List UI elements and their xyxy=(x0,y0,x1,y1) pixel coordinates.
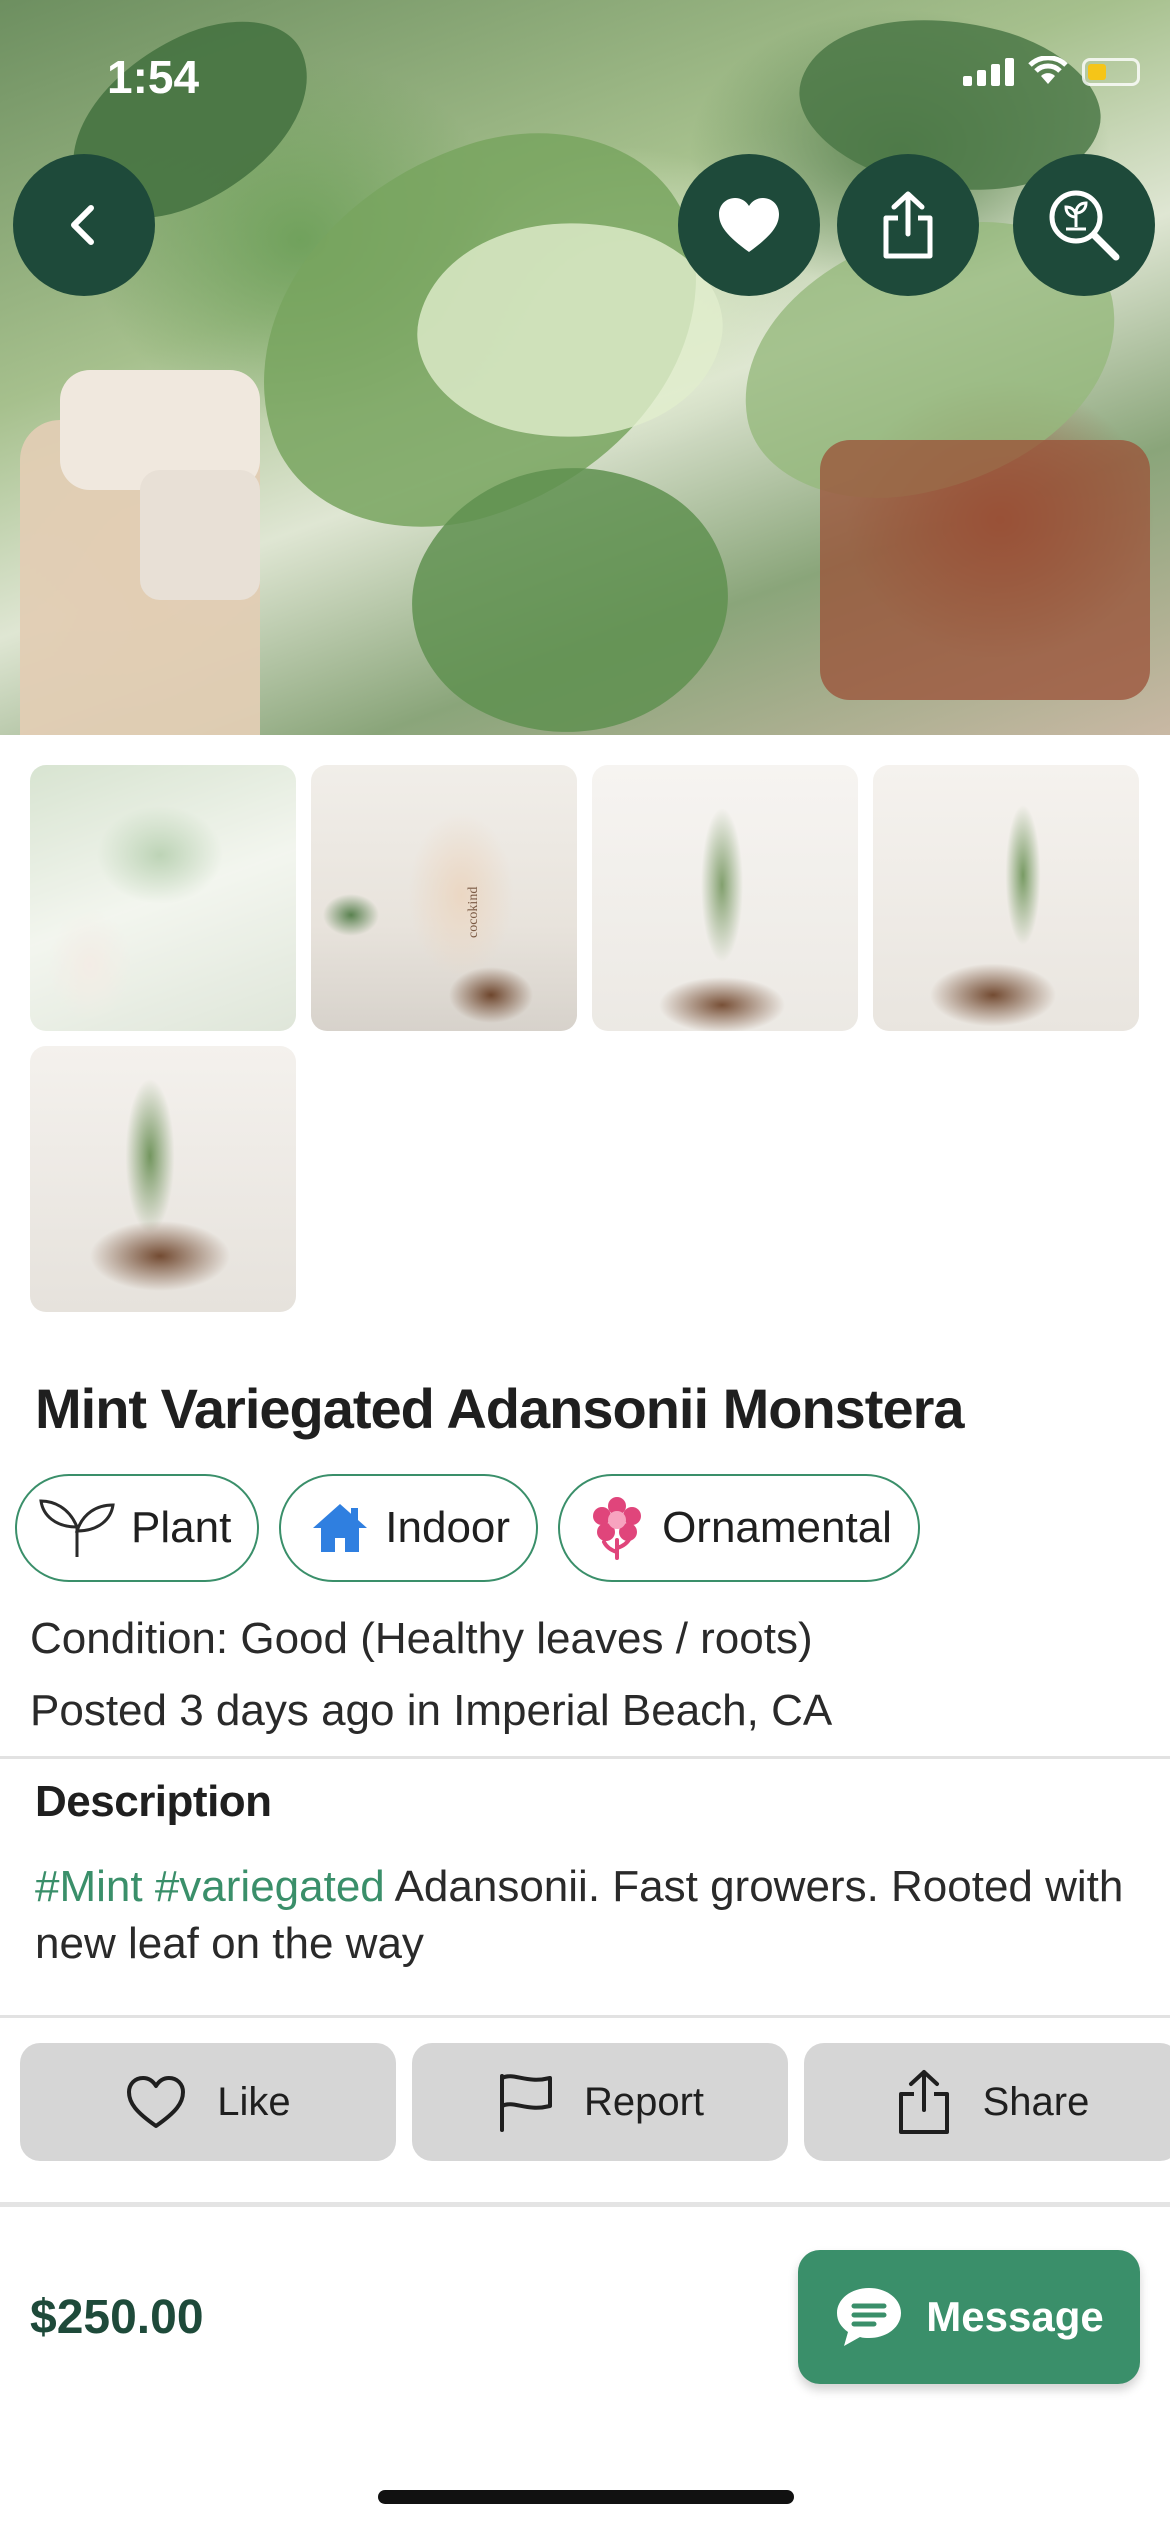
thumbnail-5[interactable] xyxy=(30,1046,296,1312)
condition-text: Condition: Good (Healthy leaves / roots) xyxy=(30,1614,813,1663)
hashtag-variegated[interactable]: #variegated xyxy=(155,1862,385,1911)
hero-photo[interactable]: 1:54 xyxy=(0,0,1170,735)
divider xyxy=(0,2202,1170,2207)
price: $250.00 xyxy=(30,2291,204,2344)
back-button[interactable] xyxy=(13,154,155,296)
house-icon xyxy=(313,1504,368,1552)
action-bar: Like Report Share xyxy=(20,2043,1170,2161)
share-button[interactable]: Share xyxy=(804,2043,1170,2161)
chat-bubble-icon xyxy=(837,2288,902,2346)
thumbnail-3[interactable] xyxy=(592,765,858,1031)
thumbnail-4[interactable] xyxy=(873,765,1139,1031)
hero-share-button[interactable] xyxy=(837,154,979,296)
chevron-left-icon xyxy=(71,205,94,245)
report-label: Report xyxy=(583,2079,705,2124)
message-label: Message xyxy=(926,2293,1104,2340)
like-label: Like xyxy=(217,2079,291,2124)
wifi-icon xyxy=(1028,56,1068,84)
signal-icon xyxy=(963,58,1014,86)
report-button[interactable]: Report xyxy=(412,2043,788,2161)
thumbnail-2-bottle-label: cocokind xyxy=(466,886,481,938)
thumbnail-1[interactable] xyxy=(30,765,296,1031)
like-button[interactable]: Like xyxy=(20,2043,396,2161)
status-time: 1:54 xyxy=(107,51,200,103)
hashtag-mint[interactable]: #Mint xyxy=(35,1862,143,1911)
sprout-icon xyxy=(39,1499,115,1557)
tag-ornamental[interactable]: Ornamental xyxy=(558,1474,920,1582)
favorite-button[interactable] xyxy=(678,154,820,296)
share-label: Share xyxy=(982,2079,1090,2124)
tag-chips: Plant Indoor Ornamental xyxy=(15,1474,920,1582)
share-icon xyxy=(883,191,933,259)
thumbnail-2[interactable]: cocokind xyxy=(311,765,577,1031)
tag-ornamental-label: Ornamental xyxy=(662,1503,892,1552)
tag-plant-label: Plant xyxy=(131,1503,232,1552)
divider xyxy=(0,2015,1170,2018)
message-button[interactable]: Message xyxy=(798,2250,1140,2384)
home-indicator xyxy=(378,2490,794,2504)
heart-outline-icon xyxy=(127,2076,186,2128)
listing-title: Mint Variegated Adansonii Monstera xyxy=(35,1377,965,1440)
battery-icon xyxy=(1082,58,1140,86)
tag-indoor-label: Indoor xyxy=(385,1503,511,1552)
heart-filled-icon xyxy=(719,198,779,252)
identify-plant-button[interactable] xyxy=(1013,154,1155,296)
tag-indoor[interactable]: Indoor xyxy=(279,1474,539,1582)
description-heading: Description xyxy=(35,1777,272,1826)
share-icon xyxy=(898,2070,949,2134)
posted-text: Posted 3 days ago in Imperial Beach, CA xyxy=(30,1686,833,1735)
divider xyxy=(0,1756,1170,1759)
tag-plant[interactable]: Plant xyxy=(15,1474,260,1582)
flag-icon xyxy=(499,2074,552,2132)
plant-search-icon xyxy=(1049,190,1120,261)
description-body: #Mint #variegated Adansonii. Fast grower… xyxy=(35,1858,1125,1972)
status-indicators xyxy=(963,56,1140,86)
flower-icon xyxy=(593,1497,642,1560)
